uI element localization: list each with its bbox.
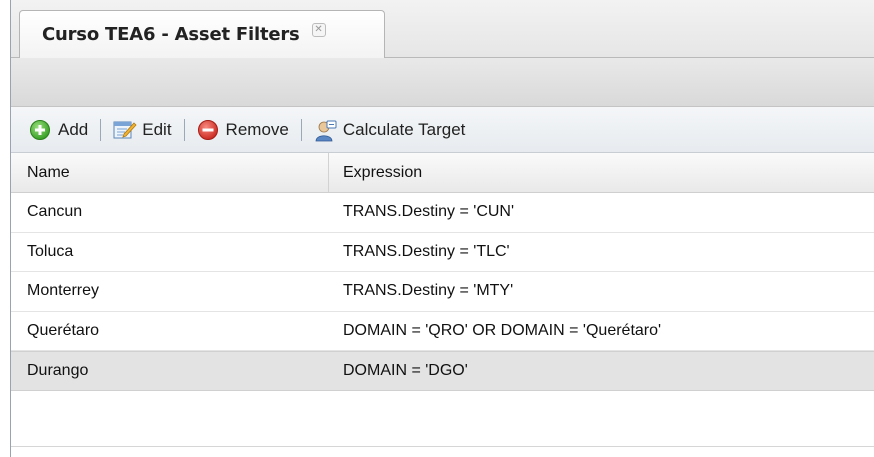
cell-expression: TRANS.Destiny = 'MTY' [343,282,514,300]
cell-expression: DOMAIN = 'DGO' [343,361,468,379]
cell-name: Durango [27,361,89,379]
panel-header [11,58,874,107]
column-header-name[interactable]: Name [11,153,329,192]
cell-expression: TRANS.Destiny = 'TLC' [343,242,510,260]
edit-button[interactable]: Edit [109,115,175,145]
calculate-target-label: Calculate Target [342,119,466,139]
add-icon [29,119,51,141]
tab-asset-filters[interactable]: Curso TEA6 - Asset Filters ✕ [19,10,385,58]
grid-header: Name Expression [11,153,874,193]
column-header-label: Expression [343,163,423,181]
asset-filters-panel: Curso TEA6 - Asset Filters ✕ Add Edit Re… [10,0,874,457]
remove-button[interactable]: Remove [193,115,293,145]
cell-expression: TRANS.Destiny = 'CUN' [343,203,515,221]
table-row-selected[interactable]: Durango DOMAIN = 'DGO' [11,351,874,391]
calculate-target-button[interactable]: Calculate Target [310,115,470,145]
grid-bottom-border [11,446,874,447]
tab-title: Curso TEA6 - Asset Filters [42,24,300,45]
edit-icon [113,119,137,141]
table-row[interactable]: Querétaro DOMAIN = 'QRO' OR DOMAIN = 'Qu… [11,311,874,351]
remove-icon [197,119,219,141]
toolbar: Add Edit Remove Calculate Target [11,107,874,153]
cell-name: Monterrey [27,282,100,300]
grid-body: Cancun TRANS.Destiny = 'CUN' Toluca TRAN… [11,193,874,391]
add-button[interactable]: Add [25,115,92,145]
cell-name: Toluca [27,242,74,260]
toolbar-separator [300,118,302,141]
toolbar-separator [183,118,185,141]
edit-label: Edit [142,119,172,139]
cell-expression: DOMAIN = 'QRO' OR DOMAIN = 'Querétaro' [343,321,662,339]
cell-name: Cancun [27,203,83,221]
calculate-target-icon [314,119,337,141]
table-row[interactable]: Monterrey TRANS.Destiny = 'MTY' [11,272,874,312]
column-header-expression[interactable]: Expression [329,153,874,192]
remove-label: Remove [225,119,289,139]
toolbar-separator [100,118,102,141]
column-header-label: Name [27,163,70,181]
cell-name: Querétaro [27,321,100,339]
add-label: Add [58,119,89,139]
tab-strip: Curso TEA6 - Asset Filters ✕ [11,0,874,58]
table-row[interactable]: Cancun TRANS.Destiny = 'CUN' [11,193,874,233]
close-icon[interactable]: ✕ [311,22,326,37]
table-row[interactable]: Toluca TRANS.Destiny = 'TLC' [11,232,874,272]
